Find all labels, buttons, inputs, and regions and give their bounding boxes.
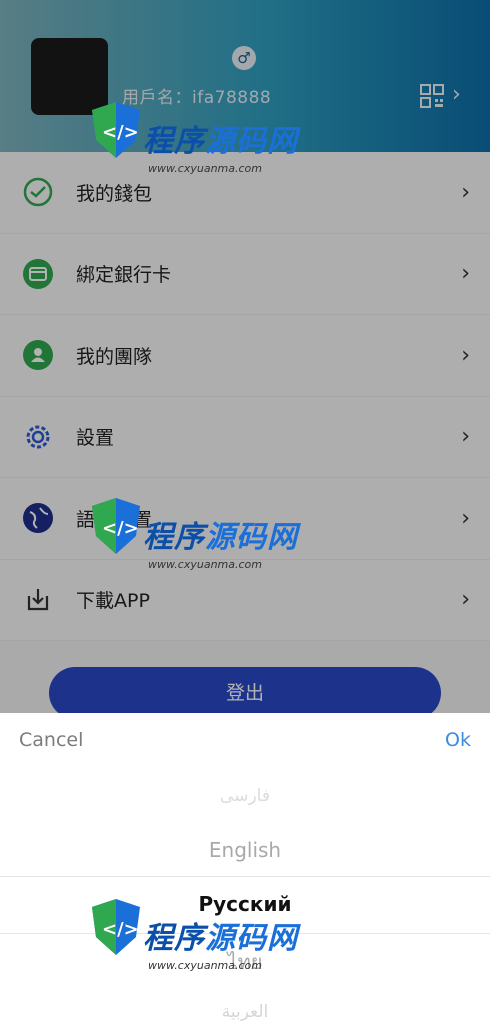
watermark-logo: </> 程序源码网 www.cxyuanma.com (88, 496, 298, 586)
ok-button[interactable]: Ok (445, 729, 471, 751)
picker-option[interactable]: فارسی (0, 786, 490, 806)
watermark-url: www.cxyuanma.com (148, 162, 262, 175)
shield-icon: </> (92, 899, 140, 955)
watermark-url: www.cxyuanma.com (148, 959, 262, 972)
picker-toolbar: Cancel Ok (0, 713, 490, 769)
picker-option[interactable]: English (0, 838, 490, 862)
watermark-logo: </> 程序源码网 www.cxyuanma.com (88, 100, 298, 190)
watermark-title: 程序源码网 (143, 124, 298, 159)
shield-icon: </> (92, 102, 140, 158)
svg-text:</>: </> (102, 122, 139, 143)
svg-text:</>: </> (102, 518, 139, 539)
svg-text:</>: </> (102, 919, 139, 940)
watermark-title: 程序源码网 (143, 921, 298, 956)
selection-divider (0, 876, 490, 877)
cancel-button[interactable]: Cancel (19, 729, 83, 751)
watermark-logo: </> 程序源码网 www.cxyuanma.com (88, 897, 298, 987)
picker-option[interactable]: العربية (0, 1002, 490, 1022)
watermark-url: www.cxyuanma.com (148, 558, 262, 571)
shield-icon: </> (92, 498, 140, 554)
watermark-title: 程序源码网 (143, 520, 298, 555)
